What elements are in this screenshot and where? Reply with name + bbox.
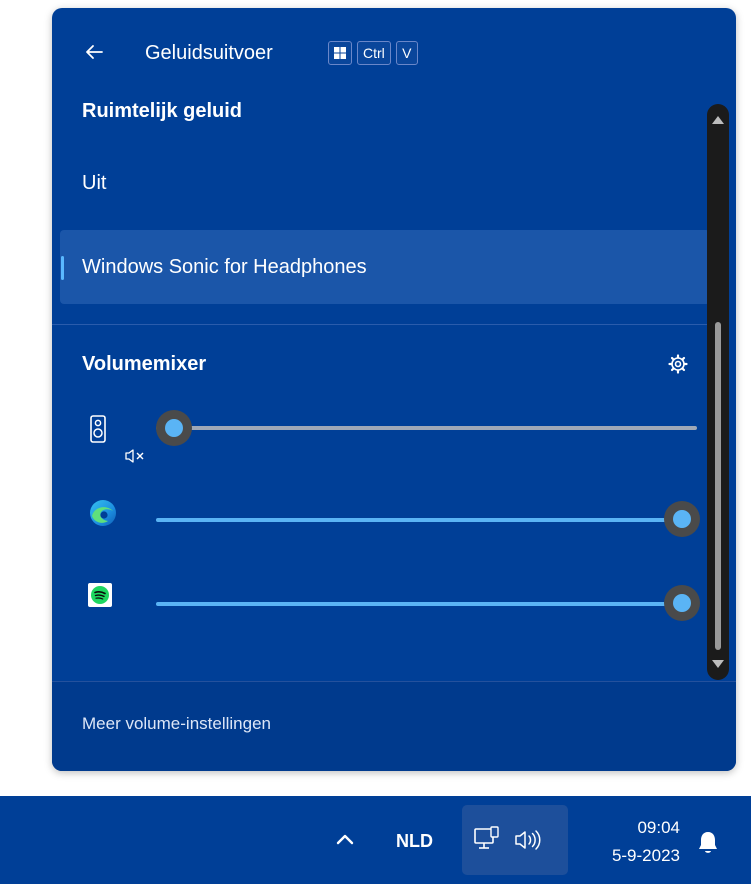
flyout-scrollbar[interactable] (707, 104, 729, 680)
spotify-glyph (88, 583, 112, 607)
gear-glyph (668, 354, 688, 374)
notification-bell-icon[interactable] (696, 830, 720, 856)
flyout-header: Geluidsuitvoer Ctrl V (52, 8, 736, 104)
edge-glyph (90, 500, 116, 526)
chevron-up-glyph (336, 834, 354, 845)
mixer-settings-gear-icon[interactable] (668, 354, 688, 374)
taskbar-date[interactable]: 5-9-2023 (584, 846, 680, 866)
network-icon (474, 826, 500, 859)
volume-row-spotify (52, 567, 712, 627)
volume-row-edge (52, 481, 712, 541)
volume-row-system (52, 398, 712, 463)
taskbar-time[interactable]: 09:04 (620, 818, 680, 838)
section-divider (52, 324, 716, 325)
bell-glyph (699, 832, 717, 853)
spatial-sound-option-off[interactable]: Uit (60, 146, 710, 220)
volume-thumb-system[interactable] (156, 410, 192, 446)
scrollbar-thumb[interactable] (715, 322, 721, 650)
muted-glyph (125, 449, 144, 463)
sound-output-flyout: Geluidsuitvoer Ctrl V Ruimtelijk geluid … (52, 8, 736, 771)
volume-track-system[interactable] (156, 426, 697, 430)
muted-speaker-icon (124, 448, 146, 464)
scroll-down-arrow-icon[interactable] (712, 660, 724, 668)
input-language-indicator[interactable]: NLD (396, 831, 433, 852)
volume-track-spotify[interactable] (156, 602, 697, 606)
keyboard-shortcut-hint: Ctrl V (328, 41, 418, 65)
spotify-icon[interactable] (88, 583, 112, 607)
windows-key-icon (328, 41, 352, 65)
volume-glyph (515, 830, 541, 850)
spatial-sound-heading: Ruimtelijk geluid (82, 100, 243, 122)
volume-track-edge[interactable] (156, 518, 697, 522)
volume-mixer-heading: Volumemixer (82, 353, 207, 375)
network-glyph (474, 826, 499, 849)
volume-thumb-spotify[interactable] (664, 585, 700, 621)
windows-logo-icon (334, 47, 346, 59)
volume-thumb-edge[interactable] (664, 501, 700, 537)
quick-settings-button[interactable] (462, 805, 568, 875)
ctrl-key: Ctrl (357, 41, 391, 65)
spatial-sound-option-windows-sonic[interactable]: Windows Sonic for Headphones (60, 230, 710, 304)
flyout-title: Geluidsuitvoer (145, 42, 273, 64)
scroll-up-arrow-icon[interactable] (712, 116, 724, 124)
flyout-footer: Meer volume-instellingen (52, 681, 736, 771)
edge-icon[interactable] (88, 498, 118, 528)
option-label: Windows Sonic for Headphones (82, 256, 367, 278)
show-hidden-icons-chevron-up-icon[interactable] (333, 828, 357, 850)
taskbar: NLD 09:04 5-9-2023 (0, 796, 751, 884)
selection-indicator (61, 256, 64, 280)
more-volume-settings-link[interactable]: Meer volume-instellingen (82, 714, 271, 734)
option-label: Uit (82, 172, 107, 194)
speaker-glyph (90, 415, 106, 443)
volume-icon (514, 829, 542, 856)
v-key: V (395, 41, 418, 65)
speaker-device-icon[interactable] (88, 415, 108, 443)
back-arrow-icon[interactable] (82, 40, 106, 66)
back-arrow-glyph (86, 45, 103, 59)
